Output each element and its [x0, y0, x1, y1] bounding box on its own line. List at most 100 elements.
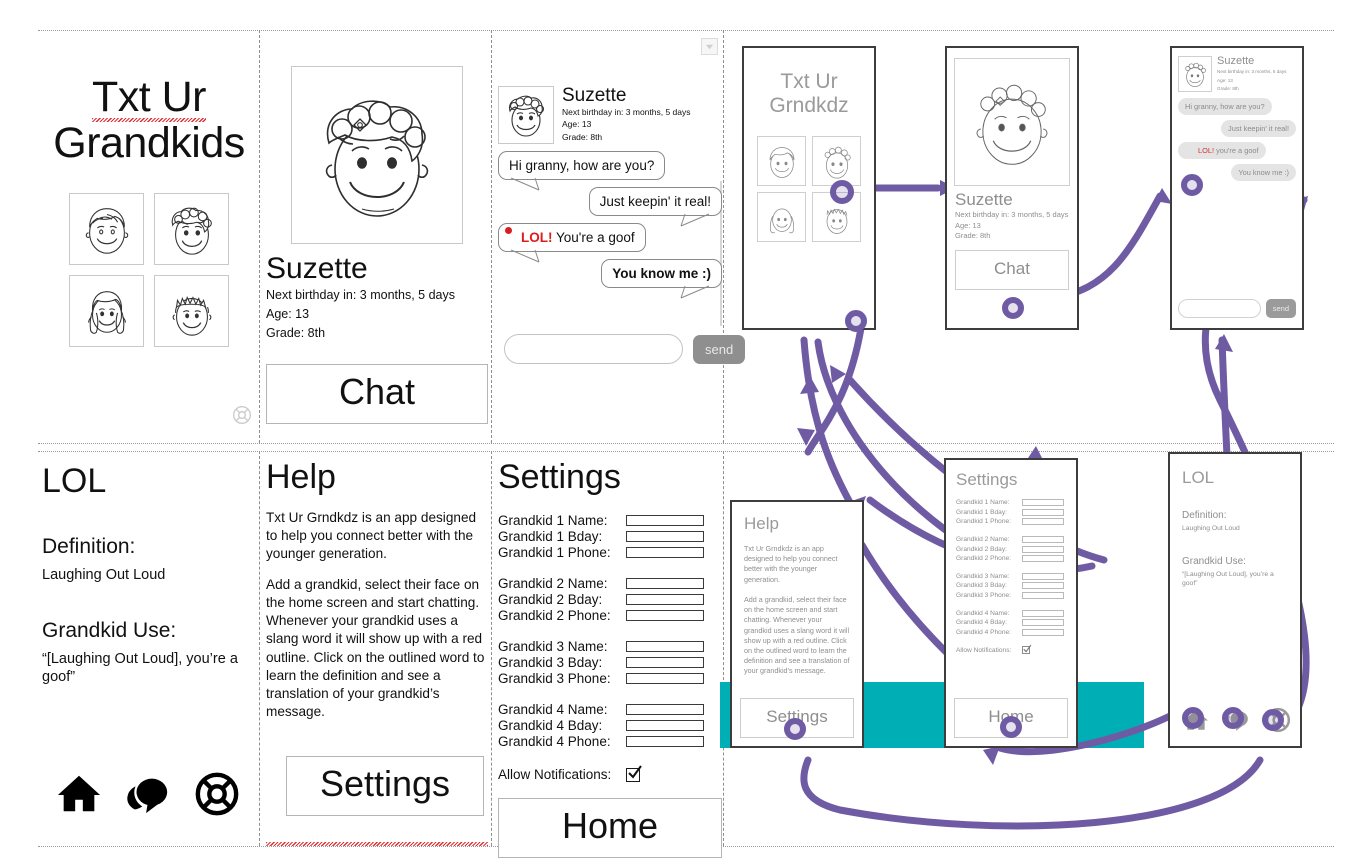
grandkid-face-3[interactable] — [69, 274, 144, 347]
flow-screen-profile[interactable]: Suzette Next birthday in: 3 months, 5 da… — [945, 46, 1079, 330]
flow-profile-photo — [954, 58, 1070, 186]
hotspot-nav-help[interactable] — [1262, 709, 1284, 731]
field-label: Grandkid 1 Bday: — [498, 528, 603, 544]
flow-chat-age: Age: 13 — [1217, 77, 1233, 83]
hotspot-settings-button[interactable] — [784, 718, 806, 740]
flow-form-row: Grandkid 1 Bday: — [956, 508, 1066, 518]
hotspot-home-button[interactable] — [1000, 716, 1022, 738]
flow-send-button[interactable]: send — [1265, 299, 1296, 318]
chat-button[interactable]: Chat — [266, 363, 488, 424]
chat-bubble-icon[interactable] — [125, 771, 171, 822]
form-row: Grandkid 3 Phone: — [498, 670, 722, 686]
flow-message-bubble[interactable]: Just keepin' it real! — [1221, 119, 1296, 137]
flag-dot-icon — [505, 227, 512, 234]
grandkid-face-1[interactable] — [69, 192, 144, 265]
flow-profile-name: Suzette — [955, 190, 1013, 209]
flow-grandkid-1-bday-input[interactable] — [1022, 508, 1064, 516]
slang-word[interactable]: LOL! — [521, 230, 553, 245]
flow-message-input[interactable] — [1178, 299, 1261, 318]
flow-definition-heading: Definition: — [1182, 510, 1227, 521]
wireframe-profile-screen: Suzette Next birthday in: 3 months, 5 da… — [266, 36, 488, 440]
grid-divider — [259, 451, 260, 846]
flow-field-label: Grandkid 4 Bday: — [956, 619, 1007, 627]
form-row: Grandkid 1 Name: — [498, 512, 722, 528]
grandkid-2-name-input[interactable] — [626, 577, 704, 589]
hotspot-slang-word[interactable] — [1181, 174, 1203, 196]
grandkid-4-phone-input[interactable] — [626, 735, 704, 747]
flow-screen-help[interactable]: Help Txt Ur Grndkdz is an app designed t… — [730, 500, 864, 748]
flow-grandkid-1-phone-input[interactable] — [1022, 518, 1064, 526]
flow-chat-birthday: Next birthday in: 3 months, 5 days — [1217, 69, 1287, 74]
flow-form-row: Grandkid 3 Phone: — [956, 591, 1066, 601]
grandkid-face-4[interactable] — [154, 274, 229, 347]
grandkid-1-name-input[interactable] — [626, 514, 704, 526]
flow-field-label: Grandkid 2 Phone: — [956, 555, 1011, 563]
flow-grandkid-3-phone-input[interactable] — [1022, 592, 1064, 600]
grandkid-2-phone-input[interactable] — [626, 609, 704, 621]
wireframe-grid: Txt Ur Grandkids Suzette Next birthday i… — [0, 0, 1334, 858]
form-row: Grandkid 2 Bday: — [498, 591, 722, 607]
flow-message-bubble-flagged[interactable]: LOL! you're a goof — [1178, 141, 1266, 159]
hotspot-help-icon-home[interactable] — [845, 310, 867, 332]
grandkid-1-bday-input[interactable] — [626, 530, 704, 542]
field-label: Grandkid 1 Name: — [498, 512, 608, 528]
chat-compose-row: send — [504, 334, 746, 364]
form-row: Grandkid 2 Name: — [498, 575, 722, 591]
message-bubble[interactable]: Hi granny, how are you? — [498, 151, 666, 191]
grandkid-4-name-input[interactable] — [626, 703, 704, 715]
grandkid-4-bday-input[interactable] — [626, 719, 704, 731]
flow-grandkid-face-1[interactable] — [757, 136, 806, 187]
flow-screen-chat[interactable]: Suzette Next birthday in: 3 months, 5 da… — [1170, 46, 1304, 330]
hotspot-nav-chat[interactable] — [1222, 707, 1244, 729]
hotspot-grandkid-face-2[interactable] — [830, 180, 854, 204]
grandkid-3-bday-input[interactable] — [626, 656, 704, 668]
flow-chat-button[interactable]: Chat — [955, 249, 1069, 290]
settings-button[interactable]: Settings — [286, 756, 484, 816]
grandkid-3-name-input[interactable] — [626, 640, 704, 652]
flow-grandkid-2-phone-input[interactable] — [1022, 555, 1064, 563]
flow-grandkid-4-name-input[interactable] — [1022, 609, 1064, 617]
message-bubble-flagged[interactable]: LOL! You're a goof — [498, 223, 646, 263]
field-label: Grandkid 2 Phone: — [498, 607, 611, 623]
flow-grandkid-3-name-input[interactable] — [1022, 572, 1064, 580]
grandkid-face-2[interactable] — [154, 192, 229, 265]
flow-screen-settings[interactable]: Settings Grandkid 1 Name: Grandkid 1 Bda… — [944, 458, 1078, 748]
life-preserver-icon[interactable] — [194, 771, 240, 822]
grandkid-1-phone-input[interactable] — [626, 546, 704, 558]
flow-message-bubble[interactable]: You know me :) — [1231, 163, 1296, 181]
form-row: Grandkid 4 Bday: — [498, 717, 722, 733]
flow-screen-lol[interactable]: LOL Definition: Laughing Out Loud Grandk… — [1168, 452, 1302, 748]
flow-help-paragraph-1: Txt Ur Grndkdz is an app designed to hel… — [744, 544, 838, 584]
home-icon[interactable] — [56, 771, 102, 822]
flow-form-row: Grandkid 2 Name: — [956, 535, 1066, 545]
home-button[interactable]: Home — [498, 798, 722, 858]
form-row: Grandkid 2 Phone: — [498, 607, 722, 623]
flow-grandkid-face-2[interactable] — [812, 136, 861, 187]
flow-allow-notifications-checkbox[interactable] — [1022, 644, 1032, 655]
flow-grandkid-face-3[interactable] — [757, 192, 806, 243]
hotspot-chat-button[interactable] — [1002, 297, 1024, 319]
flow-grandkid-1-name-input[interactable] — [1022, 499, 1064, 507]
field-label: Grandkid 4 Name: — [498, 701, 608, 717]
profile-meta-birthday: Next birthday in: 3 months, 5 days — [266, 288, 455, 302]
hotspot-nav-home[interactable] — [1182, 707, 1204, 729]
flow-grandkid-4-phone-input[interactable] — [1022, 628, 1064, 636]
grandkid-group: Grandkid 2 Name: Grandkid 2 Bday: Grandk… — [498, 575, 722, 623]
flow-grandkid-2-bday-input[interactable] — [1022, 545, 1064, 553]
flow-message-bubble[interactable]: Hi granny, how are you? — [1178, 97, 1272, 115]
flow-grandkid-2-name-input[interactable] — [1022, 536, 1064, 544]
flow-slang-word[interactable]: LOL! — [1198, 146, 1214, 155]
flow-screen-home[interactable]: Txt Ur Grndkdz — [742, 46, 876, 330]
flow-grandkid-4-bday-input[interactable] — [1022, 619, 1064, 627]
message-text: You're a goof — [556, 230, 635, 245]
life-preserver-icon[interactable] — [232, 405, 252, 430]
form-row: Grandkid 1 Bday: — [498, 528, 722, 544]
profile-photo — [291, 66, 463, 244]
grandkid-3-phone-input[interactable] — [626, 672, 704, 684]
definition-heading: Definition: — [42, 535, 136, 558]
allow-notifications-checkbox[interactable] — [626, 764, 642, 782]
message-input[interactable] — [504, 334, 683, 364]
flow-grandkid-3-bday-input[interactable] — [1022, 582, 1064, 590]
flow-message-row: Just keepin' it real! — [1172, 115, 1302, 137]
grandkid-2-bday-input[interactable] — [626, 593, 704, 605]
